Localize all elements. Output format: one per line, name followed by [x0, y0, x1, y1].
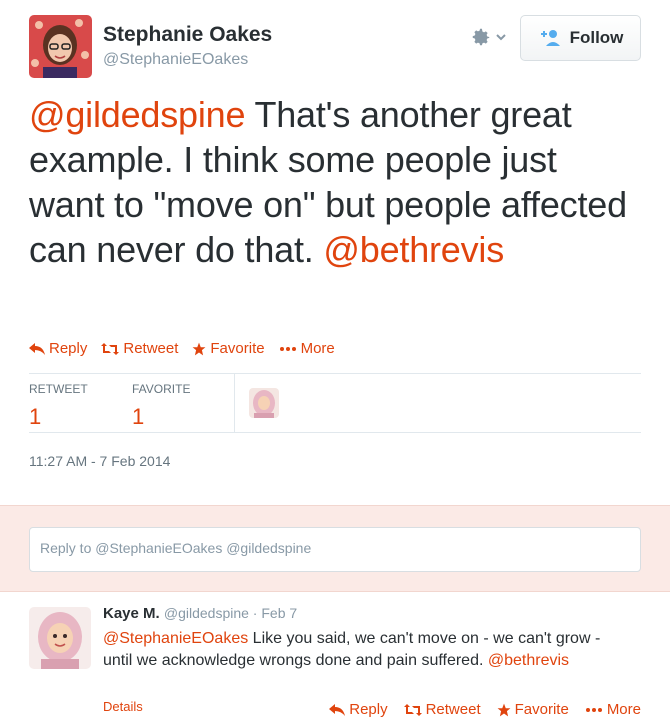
mention-link[interactable]: @bethrevis: [488, 652, 569, 669]
retweet-label: Retweet: [123, 340, 179, 357]
mention-link[interactable]: @gildedspine: [29, 94, 245, 135]
tweet-timestamp[interactable]: 11:27 AM - 7 Feb 2014: [29, 453, 170, 469]
author-name[interactable]: Stephanie Oakes: [103, 23, 272, 47]
reply-author-avatar[interactable]: [29, 607, 91, 669]
add-user-icon: [540, 30, 560, 46]
favorite-stat[interactable]: FAVORITE 1: [132, 382, 190, 430]
reply-label: Reply: [49, 340, 88, 357]
reply-button[interactable]: Reply: [29, 340, 87, 357]
divider: [234, 374, 235, 432]
reply-tweet-actions: Reply Retweet Favorite More: [329, 701, 641, 718]
reply-author-handle[interactable]: @gildedspine: [164, 605, 249, 621]
divider: [29, 432, 641, 433]
reply-header: Kaye M. @gildedspine · Feb 7: [103, 605, 297, 622]
star-icon: [497, 703, 511, 716]
favorite-button[interactable]: Favorite: [497, 701, 569, 718]
retweet-label: Retweet: [425, 701, 481, 718]
user-actions-dropdown[interactable]: [470, 26, 518, 48]
reply-input[interactable]: Reply to @StephanieEOakes @gildedspine: [29, 527, 641, 572]
reply-label: Reply: [349, 701, 388, 718]
main-tweet: Stephanie Oakes @StephanieEOakes Follow …: [0, 0, 670, 514]
author-avatar[interactable]: [29, 15, 92, 78]
retweet-button[interactable]: Retweet: [403, 701, 481, 718]
favorite-label: Favorite: [210, 340, 265, 357]
more-label: More: [606, 701, 641, 718]
mention-link[interactable]: @bethrevis: [323, 229, 504, 270]
chevron-down-icon: [496, 34, 506, 41]
reply-section: Reply to @StephanieEOakes @gildedspine: [0, 505, 670, 592]
more-label: More: [300, 340, 335, 357]
retweet-button[interactable]: Retweet: [101, 340, 178, 357]
mention-link[interactable]: @StephanieEOakes: [103, 630, 248, 647]
star-icon: [192, 342, 206, 355]
reply-author-name[interactable]: Kaye M.: [103, 605, 160, 622]
tweet-text: @gildedspine That's another great exampl…: [29, 92, 639, 272]
reply-text: @StephanieEOakes Like you said, we can't…: [103, 628, 633, 672]
reply-icon: [329, 703, 346, 716]
retweet-icon: [101, 342, 120, 355]
retweet-stat[interactable]: RETWEET 1: [29, 382, 88, 430]
follow-button[interactable]: Follow: [520, 15, 641, 61]
reply-icon: [29, 342, 45, 355]
follow-label: Follow: [569, 28, 624, 47]
retweet-stat-label: RETWEET: [29, 382, 88, 396]
retweet-icon: [403, 703, 422, 716]
tweet-stats: RETWEET 1 FAVORITE 1: [29, 374, 641, 432]
favorite-stat-label: FAVORITE: [132, 382, 191, 396]
separator: ·: [248, 605, 262, 621]
reply-date[interactable]: Feb 7: [261, 605, 297, 621]
more-button[interactable]: More: [585, 701, 641, 718]
favorite-label: Favorite: [514, 701, 569, 718]
favorite-count: 1: [132, 404, 145, 429]
more-button[interactable]: More: [279, 340, 335, 357]
gear-icon: [472, 28, 490, 46]
author-handle[interactable]: @StephanieEOakes: [103, 51, 248, 69]
reply-button[interactable]: Reply: [329, 701, 388, 718]
reply-tweet: Kaye M. @gildedspine · Feb 7 @StephanieE…: [0, 592, 670, 726]
tweet-actions: Reply Retweet Favorite More: [29, 340, 335, 357]
details-link[interactable]: Details: [103, 699, 143, 714]
more-dots-icon: [279, 346, 296, 351]
favorite-button[interactable]: Favorite: [192, 340, 265, 357]
favoriter-avatar[interactable]: [249, 388, 279, 418]
more-dots-icon: [585, 707, 602, 712]
retweet-count: 1: [29, 404, 42, 429]
